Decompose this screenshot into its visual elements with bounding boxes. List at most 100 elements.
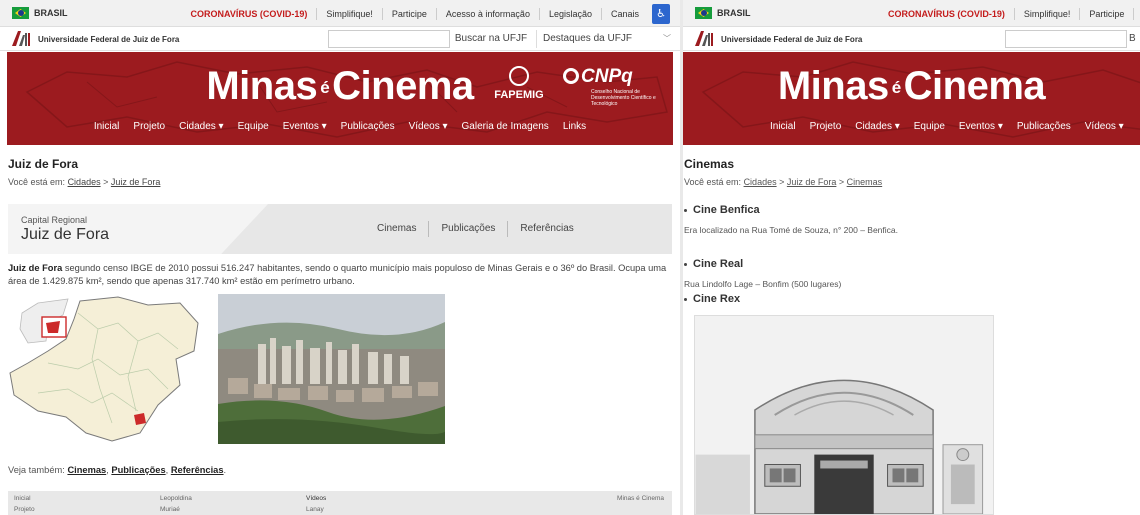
main-nav-right: Inicial Projeto Cidades ▾ Equipe Eventos… — [763, 121, 1131, 132]
footer-link-muriae[interactable]: Muriaé — [160, 506, 180, 513]
canais-link[interactable]: Canais — [600, 7, 648, 20]
footer-link-leopoldina[interactable]: Leopoldina — [160, 495, 192, 502]
site-title-minas: Minas — [206, 64, 318, 108]
acesso-informacao-link[interactable]: Ac — [1133, 7, 1140, 20]
city-description-text: segundo censo IBGE de 2010 possui 516.24… — [8, 263, 667, 286]
simplifique-link[interactable]: Simplifique! — [316, 7, 382, 20]
site-title-e: é — [320, 78, 330, 98]
city-marker — [134, 413, 146, 425]
footer-link-videos[interactable]: Vídeos — [306, 495, 326, 502]
breadcrumb-juiz-de-fora[interactable]: Juiz de Fora — [787, 177, 837, 187]
breadcrumb-cidades[interactable]: Cidades — [744, 177, 777, 187]
ufjf-logo-icon[interactable] — [10, 29, 32, 47]
nav-item-links[interactable]: Links — [556, 121, 593, 132]
brazil-flag-icon[interactable] — [12, 7, 29, 19]
search-input[interactable] — [328, 30, 450, 48]
nav-item-projeto[interactable]: Projeto — [126, 121, 172, 132]
see-also-end: . — [223, 465, 227, 475]
main-nav: Inicial Projeto Cidades ▾ Equipe Eventos… — [7, 121, 673, 132]
nav-item-inicial[interactable]: Inicial — [763, 121, 803, 132]
nav-item-videos[interactable]: Vídeos ▾ — [402, 121, 455, 132]
legislacao-link[interactable]: Legislação — [538, 7, 601, 20]
search-button[interactable]: Buscar na UFJF — [452, 30, 530, 48]
brasil-link[interactable]: BRASIL — [34, 8, 68, 18]
city-link-cinemas[interactable]: Cinemas — [365, 221, 428, 237]
footer-link-lanay[interactable]: Lanay — [306, 506, 324, 513]
cnpq-subtitle: Conselho Nacional de Desenvolvimento Cie… — [591, 89, 656, 107]
covid-link[interactable]: CORONAVÍRUS (COVID-19) — [182, 8, 317, 20]
breadcrumb-prefix: Você está em: — [8, 177, 66, 187]
nav-item-equipe[interactable]: Equipe — [907, 121, 952, 132]
cinema-text: Era localizado na Rua Tomé de Souza, n° … — [684, 225, 898, 235]
footer-link-projeto[interactable]: Projeto — [14, 506, 35, 513]
nav-item-videos[interactable]: Vídeos ▾ — [1078, 121, 1131, 132]
footer-link-inicial[interactable]: Inicial — [14, 495, 31, 502]
right-browser-panel: BRASIL CORONAVÍRUS (COVID-19) Simplifiqu… — [683, 0, 1140, 515]
city-description-bold: Juiz de Fora — [8, 263, 63, 273]
see-also-publicacoes[interactable]: Publicações — [111, 465, 165, 475]
city-link-referencias[interactable]: Referências — [507, 221, 585, 237]
simplifique-link[interactable]: Simplifique! — [1013, 7, 1080, 20]
ufjf-logo-icon[interactable] — [693, 29, 715, 47]
see-also: Veja também: Cinemas, Publicações, Refer… — [8, 465, 227, 475]
state-location-map — [8, 293, 202, 444]
breadcrumb-cinemas[interactable]: Cinemas — [847, 177, 883, 187]
participe-link[interactable]: Participe — [1079, 7, 1133, 20]
gov-bar: BRASIL CORONAVÍRUS (COVID-19) Simplifiqu… — [0, 0, 680, 27]
see-also-referencias[interactable]: Referências — [171, 465, 224, 475]
see-also-cinemas[interactable]: Cinemas — [67, 465, 106, 475]
brasil-link[interactable]: BRASIL — [717, 8, 751, 18]
acesso-informacao-link[interactable]: Acesso à informação — [435, 7, 539, 20]
nav-item-cidades[interactable]: Cidades ▾ — [848, 121, 907, 132]
breadcrumb: Você está em: Cidades > Juiz de Fora — [8, 177, 160, 187]
city-photo[interactable] — [218, 294, 445, 444]
city-name: Juiz de Fora — [21, 226, 110, 243]
site-banner: Minas éCinema FAPEMIG CNPq Conselho Nacio… — [7, 52, 673, 145]
bullet-icon — [684, 208, 687, 212]
left-browser-panel: BRASIL CORONAVÍRUS (COVID-19) Simplifiqu… — [0, 0, 680, 515]
nav-item-equipe[interactable]: Equipe — [231, 121, 276, 132]
nav-item-publicacoes[interactable]: Publicações — [1010, 121, 1078, 132]
cinema-name: Cine Real — [693, 258, 744, 270]
participe-link[interactable]: Participe — [381, 7, 436, 20]
nav-item-inicial[interactable]: Inicial — [87, 121, 127, 132]
cinema-text: Rua Lindolfo Lage – Bonfim (500 lugares) — [684, 279, 842, 289]
university-name[interactable]: Universidade Federal de Juiz de Fora — [38, 35, 179, 44]
brazil-flag-icon[interactable] — [695, 7, 712, 19]
ufjf-bar-right: Universidade Federal de Juiz de Fora B — [683, 27, 1140, 51]
highlights-select-label: Destaques da UFJF — [543, 33, 632, 44]
nav-item-projeto[interactable]: Projeto — [803, 121, 849, 132]
cnpq-label: CNPq — [581, 66, 633, 87]
gov-bar-right: BRASIL CORONAVÍRUS (COVID-19) Simplifiqu… — [683, 0, 1140, 27]
site-title[interactable]: Minas éCinema — [683, 64, 1140, 109]
cinema-heading: Cine Real — [684, 258, 743, 270]
nav-item-eventos[interactable]: Eventos ▾ — [952, 121, 1010, 132]
page-title: Juiz de Fora — [8, 157, 79, 171]
cine-rex-photo[interactable] — [694, 315, 994, 515]
footer: Inicial Projeto Leopoldina Muriaé Vídeos… — [8, 491, 672, 515]
nav-item-publicacoes[interactable]: Publicações — [334, 121, 402, 132]
fapemig-label: FAPEMIG — [494, 89, 544, 101]
bullet-icon — [684, 297, 687, 301]
city-link-publicacoes[interactable]: Publicações — [428, 221, 507, 237]
university-name[interactable]: Universidade Federal de Juiz de Fora — [721, 35, 862, 44]
search-button[interactable]: B — [1129, 30, 1140, 48]
breadcrumb-cidades[interactable]: Cidades — [68, 177, 101, 187]
state-highlight — [46, 321, 60, 333]
accessibility-icon[interactable]: ♿ — [652, 3, 670, 24]
fapemig-logo[interactable]: FAPEMIG — [489, 66, 549, 101]
ufjf-bar: Universidade Federal de Juiz de Fora Bus… — [0, 27, 680, 51]
breadcrumb-prefix: Você está em: — [684, 177, 742, 187]
nav-item-galeria[interactable]: Galeria de Imagens — [455, 121, 556, 132]
cnpq-logo[interactable]: CNPq — [563, 66, 633, 88]
breadcrumb-juiz-de-fora[interactable]: Juiz de Fora — [111, 177, 161, 187]
highlights-select[interactable]: Destaques da UFJF ﹀ — [536, 30, 674, 48]
breadcrumb-separator: > — [103, 177, 109, 187]
fapemig-ring-icon — [509, 66, 529, 86]
nav-item-eventos[interactable]: Eventos ▾ — [276, 121, 334, 132]
nav-item-cidades[interactable]: Cidades ▾ — [172, 121, 231, 132]
covid-link[interactable]: CORONAVÍRUS (COVID-19) — [879, 8, 1014, 20]
search-input[interactable] — [1005, 30, 1127, 48]
footer-brand: Minas é Cinema — [617, 495, 664, 502]
bullet-icon — [684, 262, 687, 266]
